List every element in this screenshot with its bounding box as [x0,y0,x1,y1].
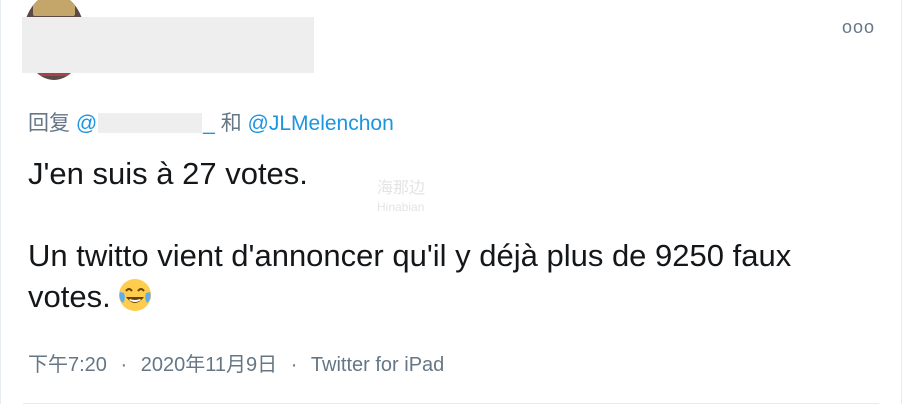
reply-conjunction: 和 [220,112,242,135]
meta-separator: · [120,354,128,376]
tweet-card: ooo 回复 @ _ 和 @JLMelenchon 海那边 Hinabian J'… [0,0,902,404]
tweet-source-link[interactable]: Twitter for iPad [311,354,444,376]
reply-mention-redacted[interactable]: @ _ [76,112,215,135]
mention-underscore: _ [203,112,215,135]
meta-separator: · [290,354,298,376]
redacted-mention-block [98,113,203,133]
tweet-time[interactable]: 下午7:20 [28,354,107,376]
tweet-paragraph-2: Un twitto vient d'annoncer qu'il y déjà … [28,235,878,317]
reply-context: 回复 @ _ 和 @JLMelenchon [28,107,394,137]
tweet-metadata: 下午7:20 · 2020年11月9日 · Twitter for iPad [28,348,444,377]
tweet-body: J'en suis à 27 votes. Un twitto vient d'… [28,153,878,358]
reply-mention-jlmelenchon[interactable]: @JLMelenchon [248,112,394,135]
more-options-icon[interactable]: ooo [842,18,875,36]
redacted-display-name [22,17,314,73]
avatar-hat-shape [33,0,75,16]
tweet-date[interactable]: 2020年11月9日 [141,354,277,376]
tears-of-joy-emoji-icon [118,279,151,311]
at-sign: @ [75,112,98,135]
reply-prefix: 回复 [28,112,70,135]
tweet-paragraph-1: J'en suis à 27 votes. [28,156,308,191]
